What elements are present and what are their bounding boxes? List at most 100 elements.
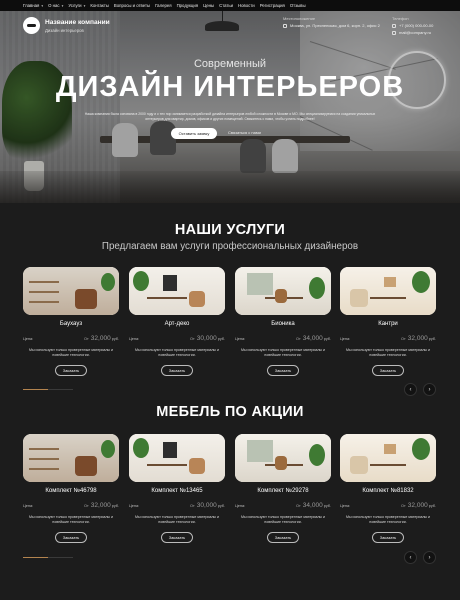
price-row: Цена: От 32,000 руб. [340, 502, 436, 509]
price-value: От 32,000 руб. [84, 335, 119, 342]
price-row: Цена: От 32,000 руб. [23, 335, 119, 342]
nav-item[interactable]: Контакты [90, 3, 109, 8]
product-card: Комплект №81832 Цена: От 32,000 руб. Мы исп… [340, 434, 436, 543]
nav-item[interactable]: О нас ▾ [48, 3, 63, 8]
price-unit: руб. [217, 504, 225, 508]
card-photo-detail [29, 301, 59, 303]
card-title[interactable]: Комплект №81832 [340, 488, 436, 494]
card-photo[interactable] [235, 434, 331, 482]
nav-item[interactable]: Услуги ▾ [68, 3, 85, 8]
nav-item[interactable]: Регистрация [260, 3, 285, 8]
card-title[interactable]: Комплект №13465 [129, 488, 225, 494]
furniture-next-button[interactable]: › [423, 551, 436, 564]
card-photo[interactable] [129, 434, 225, 482]
order-button[interactable]: Заказать [372, 365, 404, 376]
services-subtitle: Предлагаем вам услуги профессиональных д… [101, 241, 359, 252]
card-description: Мы используют только проверенные материа… [240, 348, 326, 357]
order-button[interactable]: Заказать [55, 532, 87, 543]
nav-item[interactable]: Главная ▾ [23, 3, 43, 8]
price-from: От [401, 337, 406, 341]
price-label: Цена: [23, 337, 34, 341]
card-photo[interactable] [340, 267, 436, 315]
request-button[interactable]: Оставить заявку [171, 128, 217, 139]
nav-item[interactable]: Отзывы [290, 3, 306, 8]
services-progress [23, 389, 73, 390]
phone-label: Телефон [392, 16, 409, 21]
card-title[interactable]: Кантри [340, 321, 436, 327]
card-title[interactable]: Баухауз [23, 321, 119, 327]
price-amount: 32,000 [407, 502, 428, 509]
mail-icon [392, 30, 396, 35]
card-photo-detail [384, 444, 396, 454]
service-card: Кантри Цена: От 32,000 руб. Мы используют т… [340, 267, 436, 376]
phone-icon [392, 23, 396, 28]
price-unit: руб. [217, 337, 225, 341]
chevron-right-icon: › [428, 554, 431, 561]
price-amount: 30,000 [196, 335, 217, 342]
nav-item-label: Статьи [219, 3, 234, 8]
card-photo[interactable] [340, 434, 436, 482]
phone-link[interactable]: +7 (000) 000-00-00 [399, 23, 433, 28]
card-title[interactable]: Арт-деко [129, 321, 225, 327]
price-from: От [296, 337, 301, 341]
card-photo-detail [147, 297, 187, 299]
card-photo-detail [29, 458, 59, 460]
card-photo-detail [133, 271, 149, 291]
price-amount: 32,000 [90, 502, 111, 509]
nav-item[interactable]: Новости [238, 3, 255, 8]
nav-item[interactable]: Вопросы и ответы [114, 3, 150, 8]
card-description: Мы используют только проверенные материа… [134, 348, 220, 357]
price-value: От 34,000 руб. [296, 335, 331, 342]
chevron-right-icon: › [428, 386, 431, 393]
services-title: НАШИ УСЛУГИ [174, 222, 286, 238]
price-value: От 30,000 руб. [190, 502, 225, 509]
price-label: Цена: [129, 337, 140, 341]
price-amount: 32,000 [407, 335, 428, 342]
card-title[interactable]: Комплект №29278 [235, 488, 331, 494]
card-photo-detail [147, 464, 187, 466]
furniture-title: МЕБЕЛЬ ПО АКЦИИ [156, 404, 304, 420]
nav-item[interactable]: Статьи [219, 3, 233, 8]
contact-us-link[interactable]: Связаться с нами [228, 130, 261, 135]
card-description: Мы используют только проверенные материа… [345, 515, 431, 524]
order-button[interactable]: Заказать [267, 365, 299, 376]
card-photo[interactable] [235, 267, 331, 315]
price-unit: руб. [428, 337, 436, 341]
price-unit: руб. [428, 504, 436, 508]
card-photo-detail [275, 289, 287, 303]
price-row: Цена: От 34,000 руб. [235, 335, 331, 342]
order-button[interactable]: Заказать [161, 365, 193, 376]
order-button[interactable]: Заказать [372, 532, 404, 543]
services-prev-button[interactable]: ‹ [404, 383, 417, 396]
price-row: Цена: От 32,000 руб. [340, 335, 436, 342]
nav-item-label: Галерея [155, 3, 172, 8]
card-title[interactable]: Комплект №46798 [23, 488, 119, 494]
price-from: От [84, 504, 89, 508]
services-next-button[interactable]: › [423, 383, 436, 396]
nav-item-label: Регистрация [259, 3, 285, 8]
price-row: Цена: От 30,000 руб. [129, 502, 225, 509]
price-label: Цена: [235, 504, 246, 508]
card-title[interactable]: Бионика [235, 321, 331, 327]
email-link[interactable]: mail@company.ru [399, 30, 431, 35]
order-button[interactable]: Заказать [55, 365, 87, 376]
chevron-down-icon: ▾ [41, 3, 44, 8]
card-description: Мы используют только проверенные материа… [240, 515, 326, 524]
nav-item[interactable]: Галерея [155, 3, 171, 8]
nav-item[interactable]: Цены [203, 3, 214, 8]
furniture-prev-button[interactable]: ‹ [404, 551, 417, 564]
order-button[interactable]: Заказать [161, 532, 193, 543]
price-label: Цена: [340, 337, 351, 341]
brand[interactable]: Название компании Дизайн интерьеров [23, 17, 110, 34]
card-photo-detail [29, 468, 59, 470]
order-button[interactable]: Заказать [267, 532, 299, 543]
price-unit: руб. [111, 504, 119, 508]
card-photo[interactable] [23, 267, 119, 315]
nav-item-label: Продукция [176, 3, 199, 8]
price-label: Цена: [235, 337, 246, 341]
card-photo[interactable] [129, 267, 225, 315]
card-photo[interactable] [23, 434, 119, 482]
nav-item[interactable]: Продукция [177, 3, 199, 8]
hero-subtitle: Современный [193, 58, 267, 70]
card-photo-detail [412, 271, 430, 293]
